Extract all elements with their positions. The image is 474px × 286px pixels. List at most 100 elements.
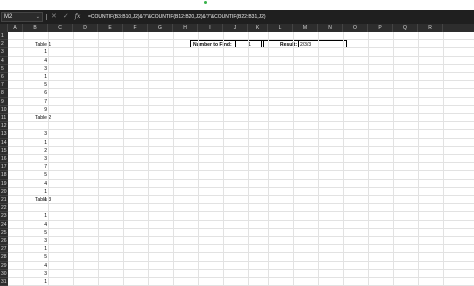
row-header-20[interactable]: 20	[0, 188, 8, 196]
row-header-11[interactable]: 11	[0, 114, 8, 123]
table-value-cell[interactable]: 6	[23, 89, 47, 97]
gridline-vertical	[73, 32, 74, 286]
table-value-cell[interactable]: 5	[23, 81, 47, 89]
gridline-horizontal	[8, 104, 474, 106]
gridline-horizontal	[8, 121, 474, 123]
gridline-horizontal	[8, 178, 474, 180]
gridline-vertical	[198, 32, 199, 286]
table-value-cell[interactable]: 1	[23, 188, 47, 196]
formula-input[interactable]: =COUNTIF(B3:B10,J2)&"/"&COUNTIF(B12:B20,…	[88, 12, 266, 22]
gridline-horizontal	[8, 252, 474, 254]
table-value-cell[interactable]: 7	[23, 98, 47, 106]
row-header-9[interactable]: 9	[0, 98, 8, 106]
column-header-p[interactable]: P	[368, 24, 393, 32]
column-header-a[interactable]: A	[8, 24, 23, 32]
row-header-13[interactable]: 13	[0, 130, 8, 139]
row-header-26[interactable]: 26	[0, 237, 8, 246]
insert-function-icon[interactable]: fx	[75, 12, 81, 22]
row-header-14[interactable]: 14	[0, 139, 8, 147]
row-header-25[interactable]: 25	[0, 229, 8, 237]
row-header-28[interactable]: 28	[0, 253, 8, 262]
column-header-k[interactable]: K	[248, 24, 268, 32]
table-value-cell[interactable]: 7	[23, 163, 47, 171]
column-header-f[interactable]: F	[123, 24, 148, 32]
row-header-2[interactable]: 2	[0, 40, 8, 49]
row-header-4[interactable]: 4	[0, 57, 8, 65]
table-value-cell[interactable]: 4	[23, 221, 47, 229]
row-header-27[interactable]: 27	[0, 245, 8, 254]
column-header-h[interactable]: H	[173, 24, 198, 32]
gridline-vertical	[293, 32, 294, 286]
gridline-horizontal	[8, 55, 474, 57]
gridline-horizontal	[8, 113, 474, 114]
row-header-18[interactable]: 18	[0, 171, 8, 180]
row-header-29[interactable]: 29	[0, 262, 8, 270]
row-header-15[interactable]: 15	[0, 147, 8, 155]
column-header-m[interactable]: M	[293, 24, 318, 32]
row-header-12[interactable]: 12	[0, 122, 8, 131]
row-header-22[interactable]: 22	[0, 204, 8, 213]
gridline-horizontal	[8, 236, 474, 237]
column-header-o[interactable]: O	[343, 24, 368, 32]
row-header-10[interactable]: 10	[0, 106, 8, 114]
table-value-cell[interactable]: 1	[23, 48, 47, 56]
row-header-8[interactable]: 8	[0, 89, 8, 98]
table-value-cell[interactable]: 2	[23, 147, 47, 155]
table-value-cell[interactable]: 3	[23, 65, 47, 73]
row-header-7[interactable]: 7	[0, 81, 8, 90]
table-value-cell[interactable]: 4	[23, 180, 47, 188]
table-value-cell[interactable]: 4	[23, 262, 47, 270]
table-value-cell[interactable]: 1	[23, 196, 47, 204]
cancel-icon[interactable]: ✕	[51, 12, 57, 22]
table-value-cell[interactable]: 1	[23, 245, 47, 253]
row-header-5[interactable]: 5	[0, 65, 8, 73]
column-header-e[interactable]: E	[98, 24, 123, 32]
column-header-d[interactable]: D	[73, 24, 98, 32]
row-header-24[interactable]: 24	[0, 221, 8, 229]
column-header-b[interactable]: B	[23, 24, 48, 32]
table-value-cell[interactable]: 1	[23, 139, 47, 147]
column-header-c[interactable]: C	[48, 24, 73, 32]
column-header-r[interactable]: R	[418, 24, 443, 32]
status-dot-icon	[204, 1, 207, 4]
table-value-cell[interactable]: 5	[23, 229, 47, 237]
check-icon[interactable]: ✓	[63, 12, 69, 22]
name-box[interactable]: M2 ⌄	[1, 12, 43, 22]
worksheet-grid[interactable]: Table 1 Table 2 Table 3 Number to Find: …	[8, 32, 474, 286]
table-value-cell[interactable]: 9	[23, 106, 47, 114]
row-header-19[interactable]: 19	[0, 180, 8, 188]
gridline-horizontal	[8, 162, 474, 164]
table-value-cell[interactable]: 4	[23, 57, 47, 65]
table-value-cell[interactable]: 3	[23, 155, 47, 163]
table-value-cell[interactable]: 5	[23, 253, 47, 261]
row-header-17[interactable]: 17	[0, 163, 8, 172]
row-header-3[interactable]: 3	[0, 48, 8, 57]
gridline-vertical	[318, 32, 319, 286]
row-header-31[interactable]: 31	[0, 278, 8, 286]
gridline-vertical	[343, 32, 344, 286]
table-value-cell[interactable]: 1	[23, 212, 47, 220]
gridline-vertical	[393, 32, 394, 286]
table-value-cell[interactable]: 3	[23, 130, 47, 138]
column-header-g[interactable]: G	[148, 24, 173, 32]
select-all-corner[interactable]	[0, 24, 8, 32]
row-header-23[interactable]: 23	[0, 212, 8, 221]
row-header-16[interactable]: 16	[0, 155, 8, 164]
row-header-1[interactable]: 1	[0, 32, 8, 41]
row-header-21[interactable]: 21	[0, 196, 8, 205]
row-headers: 1 2 3 4 5 6 7 8 9 10 11 12 13 14 15 16 17 18 19 20 21 22 23 24 2…	[0, 32, 8, 286]
column-header-n[interactable]: N	[318, 24, 343, 32]
column-header-i[interactable]: I	[198, 24, 223, 32]
table-value-cell[interactable]: 1	[23, 73, 47, 81]
column-header-j[interactable]: J	[223, 24, 248, 32]
gridline-vertical	[48, 32, 49, 286]
column-header-q[interactable]: Q	[393, 24, 418, 32]
table-value-cell[interactable]: 5	[23, 171, 47, 179]
table-value-cell[interactable]: 1	[23, 278, 47, 286]
row-header-6[interactable]: 6	[0, 73, 8, 82]
row-header-30[interactable]: 30	[0, 270, 8, 278]
chevron-down-icon[interactable]: ⌄	[36, 13, 40, 21]
column-header-l[interactable]: L	[268, 24, 293, 32]
table-value-cell[interactable]: 3	[23, 270, 47, 278]
table-value-cell[interactable]: 3	[23, 237, 47, 245]
